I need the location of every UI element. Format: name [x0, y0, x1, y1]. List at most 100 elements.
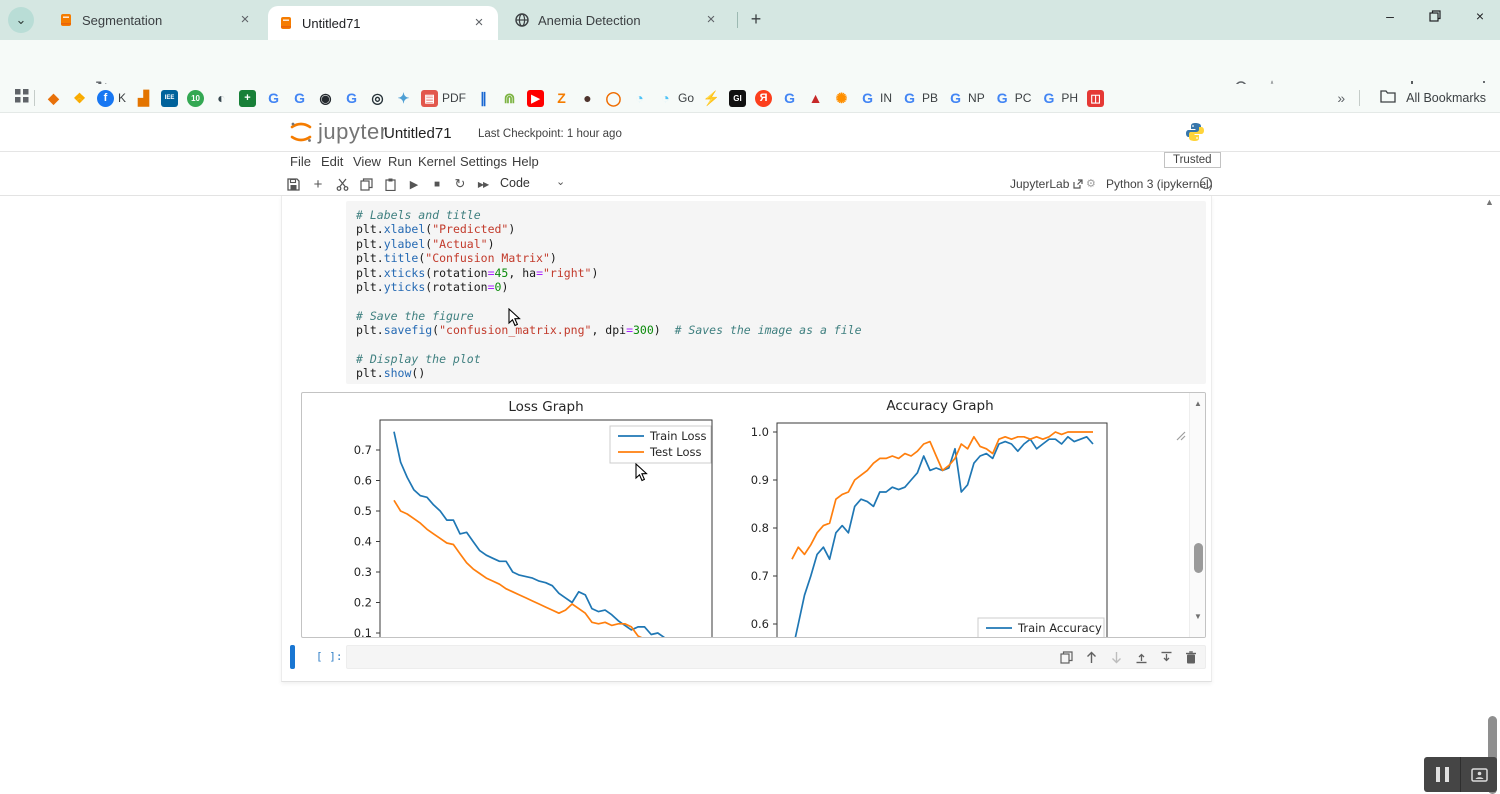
bookmark-item[interactable]: ◫	[1087, 90, 1104, 107]
page-scroll-up-icon[interactable]: ▲	[1485, 197, 1494, 207]
bookmark-item[interactable]: GPB	[901, 90, 938, 107]
menu-item-run[interactable]: Run	[388, 154, 412, 169]
bookmark-item[interactable]: ●	[579, 90, 596, 107]
all-bookmarks-button[interactable]: All Bookmarks	[1406, 91, 1486, 105]
duplicate-cell-icon[interactable]	[1058, 649, 1074, 665]
bookmark-item[interactable]: G	[265, 90, 282, 107]
bookmark-item[interactable]: G	[781, 90, 798, 107]
bookmark-item[interactable]: ∥	[475, 90, 492, 107]
tab-segmentation[interactable]: Segmentation ×	[48, 0, 264, 40]
bookmark-item[interactable]: ◔Go	[657, 90, 694, 107]
scroll-up-icon[interactable]: ▲	[1190, 396, 1206, 410]
cell-input[interactable]	[346, 645, 1206, 669]
cut-cells-button[interactable]	[332, 175, 352, 193]
bookmark-item[interactable]: ◉	[317, 90, 334, 107]
copy-cells-button[interactable]	[356, 175, 376, 193]
bookmark-item[interactable]: +	[239, 90, 256, 107]
output-scrollbar-thumb[interactable]	[1194, 543, 1203, 573]
bookmark-item[interactable]: IEE	[161, 90, 178, 107]
move-up-icon[interactable]	[1083, 649, 1099, 665]
pause-button[interactable]	[1424, 757, 1460, 792]
tab-close-icon[interactable]: ×	[702, 11, 720, 29]
bookmark-item[interactable]: ▤PDF	[421, 90, 466, 107]
bookmark-item[interactable]: ▲	[807, 90, 824, 107]
insert-cell-above-icon[interactable]	[1133, 649, 1149, 665]
restart-kernel-button[interactable]: ↻	[450, 175, 470, 193]
bookmark-item[interactable]: GI	[729, 90, 746, 107]
jupyter-toolbar: + ▶ ■ ↻ ▶▶ Code ⌄ JupyterLab ⚙ Python 3 …	[0, 174, 1500, 196]
bookmark-item[interactable]: ✺	[833, 90, 850, 107]
cell-type-dropdown[interactable]: Code	[500, 176, 530, 190]
menu-item-view[interactable]: View	[353, 154, 381, 169]
menu-item-file[interactable]: File	[290, 154, 311, 169]
apps-grid-icon[interactable]	[14, 88, 30, 109]
bookmark-item[interactable]: ✦	[395, 90, 412, 107]
bookmark-item[interactable]: Z	[553, 90, 570, 107]
bookmark-item[interactable]: ◐	[213, 90, 230, 107]
delete-cell-icon[interactable]	[1183, 649, 1199, 665]
paste-cells-button[interactable]	[380, 175, 400, 193]
scroll-down-icon[interactable]: ▼	[1190, 609, 1206, 623]
bookmark-item[interactable]: ⋒	[501, 90, 518, 107]
kernel-name[interactable]: Python 3 (ipykernel)	[1106, 177, 1213, 191]
bookmark-item[interactable]: fK	[97, 90, 126, 107]
bookmark-item[interactable]: G	[343, 90, 360, 107]
tab-search-button[interactable]: ⌄	[8, 7, 34, 33]
new-tab-button[interactable]: +	[744, 8, 768, 32]
bookmark-item[interactable]: ▟	[135, 90, 152, 107]
bookmark-item[interactable]: 10	[187, 90, 204, 107]
bookmark-favicon: G	[291, 90, 308, 107]
notebook-title[interactable]: Untitled71	[384, 125, 452, 142]
bookmark-item[interactable]: GPH	[1040, 90, 1078, 107]
bookmarks-overflow-icon[interactable]: »	[1337, 90, 1345, 106]
bookmark-favicon: ✦	[395, 90, 412, 107]
bookmarks-separator	[1359, 90, 1360, 106]
bookmark-item[interactable]: ◔	[631, 90, 648, 107]
open-in-jupyterlab-link[interactable]: JupyterLab	[1010, 177, 1083, 191]
tab-close-icon[interactable]: ×	[470, 14, 488, 32]
output-resize-handle[interactable]	[1175, 428, 1186, 439]
jupyter-brand-text: jupyter	[318, 119, 388, 145]
bookmark-item[interactable]: ▶	[527, 90, 544, 107]
gear-icon[interactable]: ⚙	[1086, 177, 1096, 190]
move-down-icon[interactable]	[1108, 649, 1124, 665]
bookmark-item[interactable]: GPC	[994, 90, 1032, 107]
bookmark-favicon: ∥	[475, 90, 492, 107]
axes-box	[777, 423, 1107, 637]
bookmark-item[interactable]: Я	[755, 90, 772, 107]
bookmark-item[interactable]: GIN	[859, 90, 892, 107]
tab-anemia-detection[interactable]: Anemia Detection ×	[504, 0, 730, 40]
restart-run-all-button[interactable]: ▶▶	[473, 175, 493, 193]
window-close-button[interactable]: ×	[1458, 0, 1500, 32]
bookmark-item[interactable]: ◆	[45, 90, 62, 107]
trusted-badge[interactable]: Trusted	[1164, 152, 1221, 168]
menu-item-kernel[interactable]: Kernel	[418, 154, 456, 169]
window-minimize-button[interactable]: –	[1368, 0, 1412, 32]
chevron-down-icon[interactable]: ⌄	[556, 175, 565, 188]
picture-in-picture-button[interactable]	[1461, 757, 1497, 792]
menu-item-help[interactable]: Help	[512, 154, 539, 169]
bookmark-label: K	[118, 91, 126, 105]
bookmark-item[interactable]: ◯	[605, 90, 622, 107]
bookmark-favicon: IEE	[161, 90, 178, 107]
add-cell-button[interactable]: +	[308, 175, 328, 193]
bookmark-item[interactable]: ❖	[71, 90, 88, 107]
window-restore-button[interactable]	[1413, 0, 1457, 32]
y-tick-label: 0.7	[354, 443, 372, 457]
tab-untitled71[interactable]: Untitled71 ×	[268, 6, 498, 40]
code-cell-editor[interactable]: # Labels and titleplt.xlabel("Predicted"…	[346, 201, 1206, 384]
interrupt-kernel-button[interactable]: ■	[427, 175, 447, 193]
bookmark-item[interactable]: GNP	[947, 90, 985, 107]
menu-item-edit[interactable]: Edit	[321, 154, 343, 169]
legend-label: Train Accuracy	[1017, 621, 1102, 635]
run-cell-button[interactable]: ▶	[404, 175, 424, 193]
bookmark-item[interactable]: ⚡	[703, 90, 720, 107]
menu-item-settings[interactable]: Settings	[460, 154, 507, 169]
bookmark-item[interactable]: ◎	[369, 90, 386, 107]
insert-cell-below-icon[interactable]	[1158, 649, 1174, 665]
bookmark-item[interactable]: G	[291, 90, 308, 107]
bookmark-favicon: ◔	[657, 90, 674, 107]
tab-close-icon[interactable]: ×	[236, 11, 254, 29]
save-button[interactable]	[283, 175, 303, 193]
output-scrollbar[interactable]: ▲ ▼	[1189, 393, 1205, 637]
